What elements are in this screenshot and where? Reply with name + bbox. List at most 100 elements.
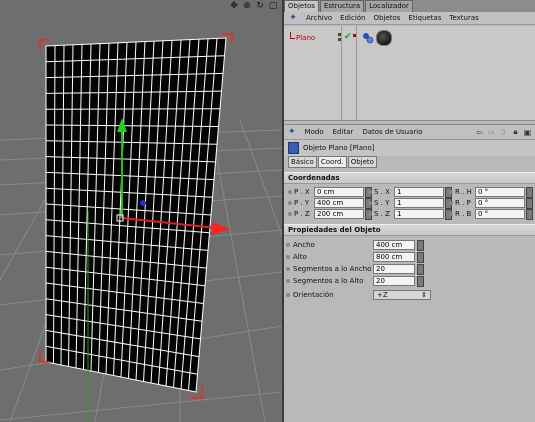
attribute-subtabs: Básico Coord. Objeto (284, 156, 535, 168)
new-window-icon[interactable]: ▣ (523, 128, 532, 137)
up-arrow-icon[interactable]: ⇧ (499, 128, 508, 137)
field-ancho: Ancho (286, 239, 424, 251)
coordinates-section-header[interactable]: Coordenadas (284, 172, 535, 184)
maximize-icon[interactable]: ▢ (268, 1, 278, 11)
menu-edicion[interactable]: Edición (340, 14, 365, 22)
animation-dot-icon[interactable] (368, 212, 372, 216)
panel-tabs: Objetos Estructura Localizador (284, 0, 535, 12)
tab-objetos[interactable]: Objetos (284, 0, 319, 12)
animation-dot-icon[interactable] (368, 201, 372, 205)
ancho-input[interactable] (373, 240, 415, 250)
alto-input[interactable] (373, 252, 415, 262)
tab-estructura[interactable]: Estructura (319, 0, 365, 12)
right-panel: Objetos Estructura Localizador ✦ Archivo… (284, 0, 535, 422)
tag-marker-icon (353, 34, 356, 37)
field-s-z: S . Z (368, 208, 452, 220)
alto-spinner[interactable] (417, 251, 424, 263)
hierarchy-line-icon (290, 32, 295, 39)
r-h-input[interactable] (475, 187, 525, 197)
field-segmentos-alto: Segmentos a lo Alto (286, 275, 424, 287)
menu-editar[interactable]: Editar (333, 128, 354, 136)
object-manager-menu: ✦ Archivo Edición Objetos Etiquetas Text… (284, 12, 535, 25)
move-icon[interactable]: ✥ (229, 1, 239, 11)
menu-texturas[interactable]: Texturas (449, 14, 478, 22)
render-visibility-dot[interactable] (338, 38, 341, 41)
object-list[interactable]: Plano ✔ (284, 26, 535, 121)
menu-datos-de-usuario[interactable]: Datos de Usuario (362, 128, 422, 136)
material-tag-icon[interactable] (376, 30, 392, 46)
viewport-toolbar: ✥ ⊕ ↻ ▢ (229, 1, 278, 11)
enabled-check-icon[interactable]: ✔ (344, 32, 352, 42)
ancho-spinner[interactable] (417, 239, 424, 251)
animation-dot-icon[interactable] (286, 267, 290, 271)
field-r-b: R . B (449, 208, 533, 220)
menu-objetos[interactable]: Objetos (374, 14, 401, 22)
animation-dot-icon[interactable] (288, 190, 292, 194)
field-s-y: S . Y (368, 197, 452, 209)
segmentos-ancho-input[interactable] (373, 264, 415, 274)
animation-dot-icon[interactable] (449, 212, 453, 216)
menu-modo[interactable]: Modo (305, 128, 324, 136)
manager-logo-icon: ✦ (289, 13, 297, 23)
field-alto: Alto (286, 251, 424, 263)
animation-dot-icon[interactable] (368, 190, 372, 194)
p-y-input[interactable] (314, 198, 364, 208)
subtab-objeto[interactable]: Objeto (347, 156, 377, 168)
object-title-text: Objeto Plano [Plano] (303, 144, 375, 152)
r-p-spinner[interactable] (526, 197, 533, 209)
menu-archivo[interactable]: Archivo (306, 14, 332, 22)
editor-visibility-dot[interactable] (338, 33, 341, 36)
subtab-basico[interactable]: Básico (288, 156, 317, 168)
field-p-x: P . X (288, 186, 372, 198)
animation-dot-icon[interactable] (286, 293, 290, 297)
z-axis-handle (140, 200, 146, 206)
forward-arrow-icon[interactable]: ⇨ (487, 128, 496, 137)
subtab-coord[interactable]: Coord. (317, 156, 347, 168)
animation-dot-icon[interactable] (286, 243, 290, 247)
segmentos-alto-spinner[interactable] (417, 275, 424, 287)
animation-dot-icon[interactable] (449, 201, 453, 205)
attribute-manager: ✦ Modo Editar Datos de Usuario ⇦ ⇨ ⇧ 🔒︎ … (284, 124, 535, 316)
field-p-y: P . Y (288, 197, 372, 209)
field-segmentos-ancho: Segmentos a lo Ancho (286, 263, 424, 275)
object-properties: Ancho Alto Segmentos a lo Ancho Segmento… (284, 236, 535, 316)
r-b-input[interactable] (475, 209, 525, 219)
coordinates-grid: P . X S . X R . H P . Y (284, 184, 535, 220)
s-z-input[interactable] (394, 209, 444, 219)
phong-tag-icon[interactable] (362, 32, 374, 44)
r-b-spinner[interactable] (526, 208, 533, 220)
animation-dot-icon[interactable] (288, 212, 292, 216)
animation-dot-icon[interactable] (286, 279, 290, 283)
attribute-nav: ⇦ ⇨ ⇧ 🔒︎ ▣ (475, 127, 532, 137)
animation-dot-icon[interactable] (288, 201, 292, 205)
object-row-plano[interactable]: Plano ✔ (290, 30, 530, 46)
animation-dot-icon[interactable] (286, 255, 290, 259)
scene-canvas[interactable] (0, 0, 282, 422)
back-arrow-icon[interactable]: ⇦ (475, 128, 484, 137)
field-r-h: R . H (449, 186, 533, 198)
orientation-select[interactable]: +Z ⇕ (373, 290, 431, 300)
plane-object-icon (288, 142, 299, 154)
rotate-icon[interactable]: ⊕ (242, 1, 252, 11)
viewport-3d[interactable]: ✥ ⊕ ↻ ▢ (0, 0, 282, 422)
p-x-input[interactable] (314, 187, 364, 197)
attribute-logo-icon: ✦ (288, 127, 296, 137)
field-orientacion: Orientación +Z ⇕ (286, 290, 431, 300)
lock-icon[interactable]: 🔒︎ (511, 127, 520, 137)
zoom-icon[interactable]: ↻ (255, 1, 265, 11)
tab-localizador[interactable]: Localizador (365, 0, 413, 12)
r-h-spinner[interactable] (526, 186, 533, 198)
p-z-input[interactable] (314, 209, 364, 219)
animation-dot-icon[interactable] (449, 190, 453, 194)
field-p-z: P . Z (288, 208, 372, 220)
s-x-input[interactable] (394, 187, 444, 197)
segmentos-alto-input[interactable] (373, 276, 415, 286)
attribute-object-title: Objeto Plano [Plano] (284, 140, 535, 156)
segmentos-ancho-spinner[interactable] (417, 263, 424, 275)
r-p-input[interactable] (475, 198, 525, 208)
s-y-input[interactable] (394, 198, 444, 208)
menu-etiquetas[interactable]: Etiquetas (408, 14, 441, 22)
object-properties-section-header[interactable]: Propiedades del Objeto (284, 224, 535, 236)
object-name[interactable]: Plano (296, 34, 315, 42)
field-s-x: S . X (368, 186, 452, 198)
